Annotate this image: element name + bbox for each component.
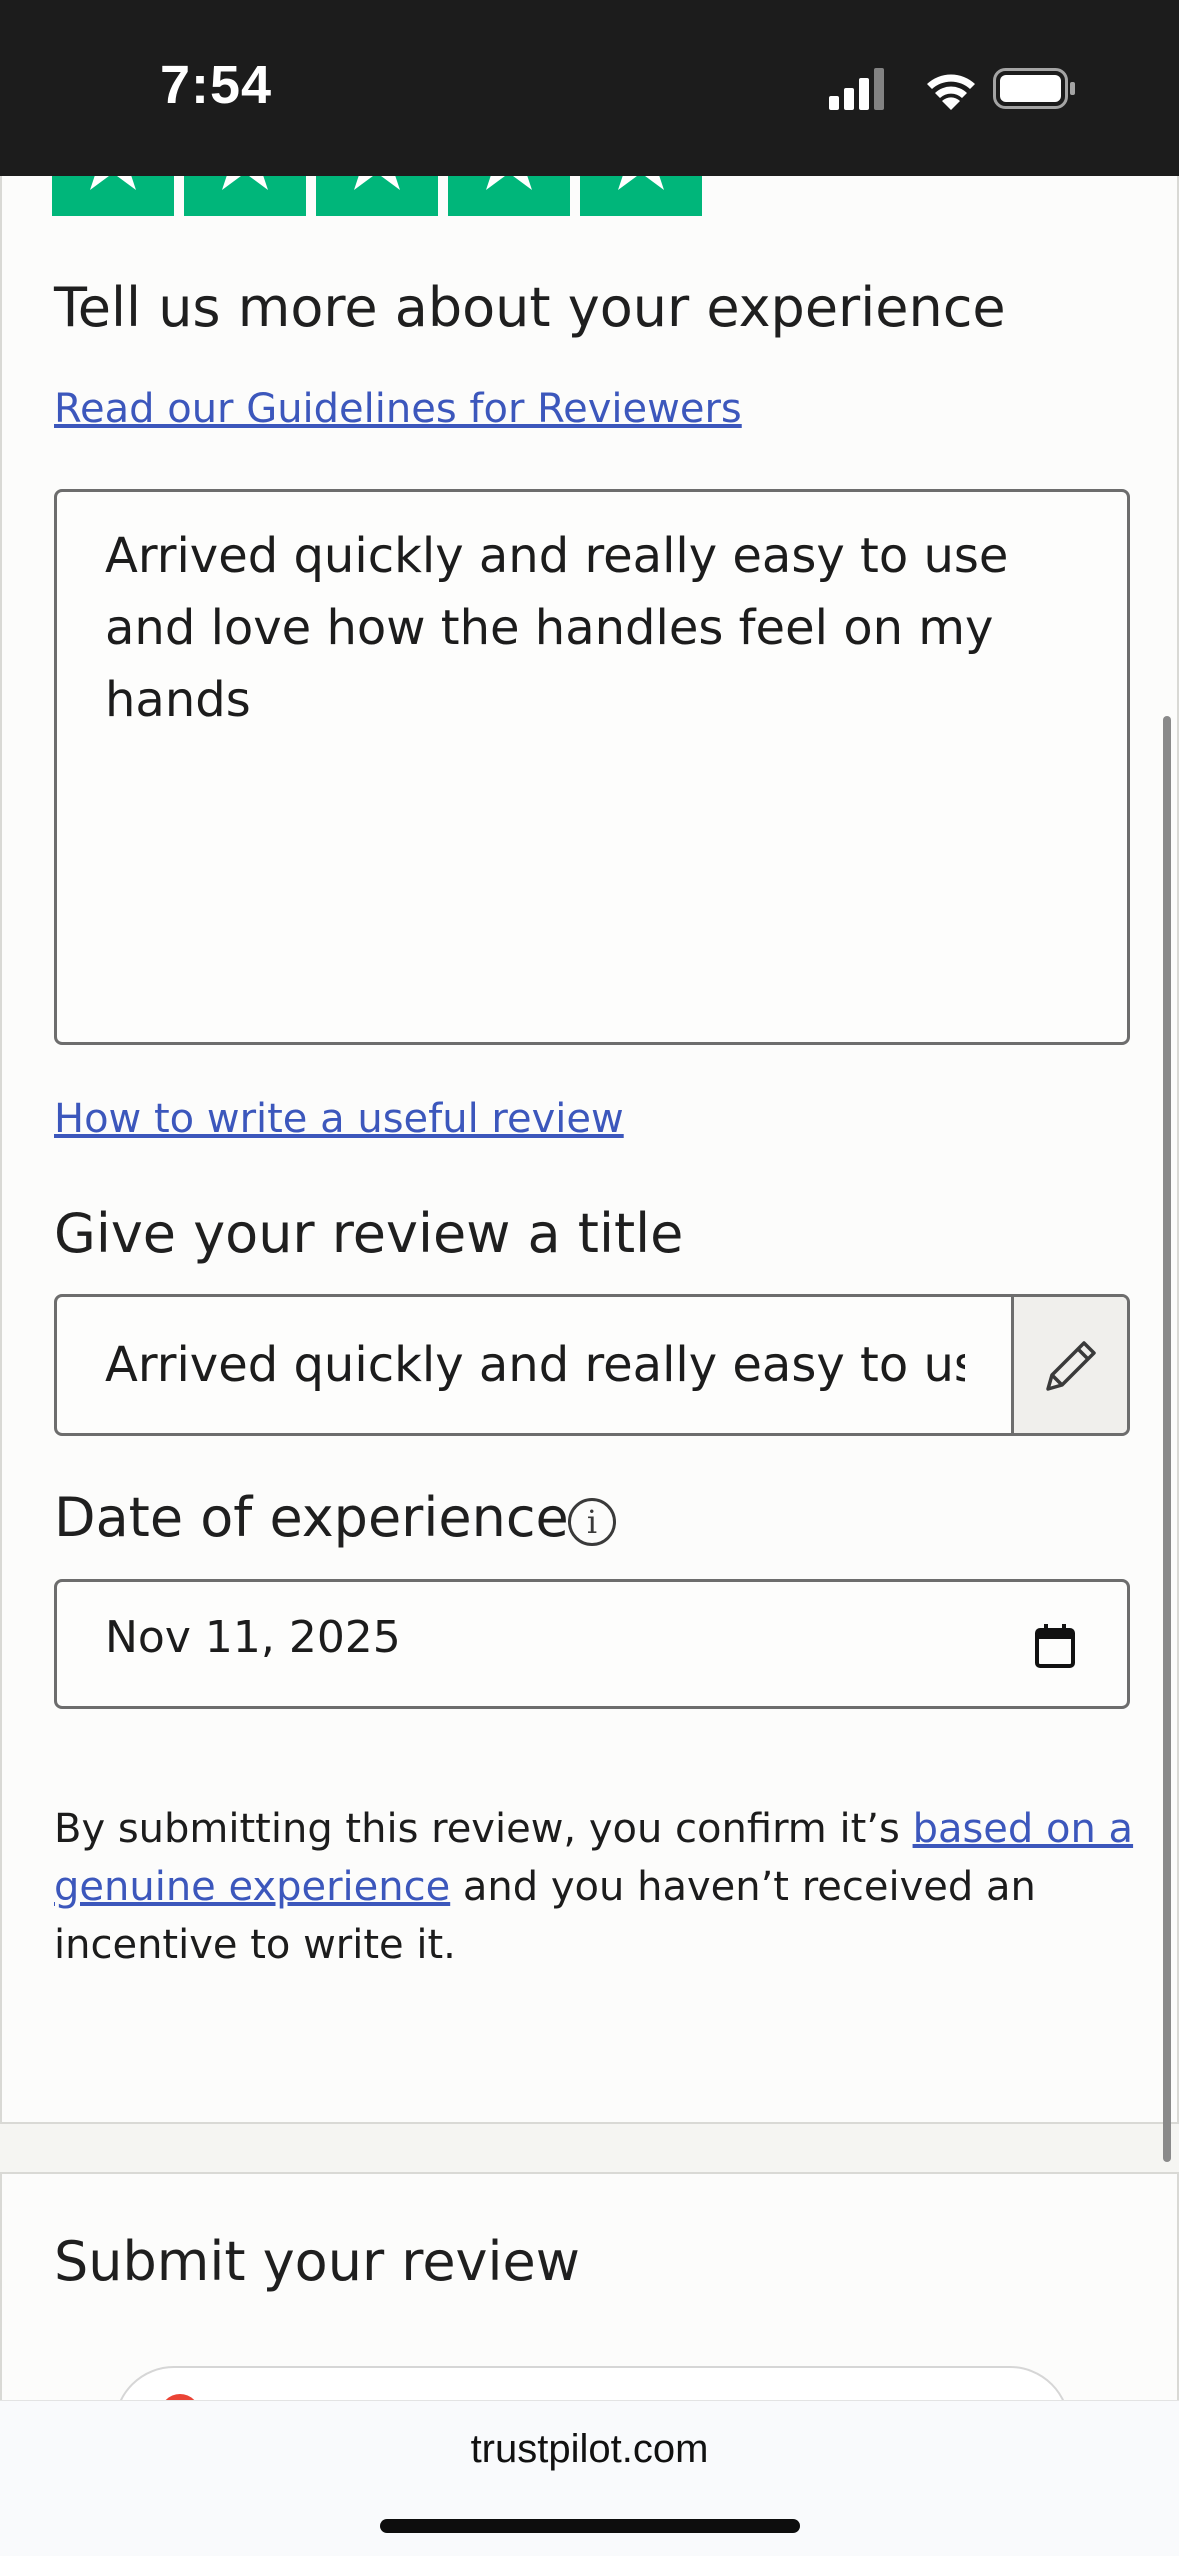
- status-time: 7:54: [160, 55, 273, 115]
- calendar-icon[interactable]: [1035, 1624, 1075, 1668]
- star-icon: [90, 176, 136, 190]
- star-5[interactable]: [580, 176, 702, 216]
- star-1[interactable]: [52, 176, 174, 216]
- submission-disclaimer: By submitting this review, you confirm i…: [54, 1800, 1134, 1974]
- star-icon: [222, 176, 268, 190]
- status-icons-svg: [829, 68, 1075, 110]
- star-2[interactable]: [184, 176, 306, 216]
- page: 7:54 Tell us more about your experience …: [0, 0, 1179, 2556]
- title-field: [54, 1294, 1130, 1436]
- review-form-card: Tell us more about your experience Read …: [0, 176, 1179, 2162]
- star-icon: [486, 176, 532, 190]
- info-icon[interactable]: i: [568, 1498, 616, 1546]
- title-input[interactable]: [57, 1297, 1013, 1433]
- edit-title-button[interactable]: [1011, 1297, 1127, 1433]
- date-value: Nov 11, 2025: [105, 1612, 401, 1663]
- date-heading: Date of experience: [54, 1486, 569, 1549]
- signal-icon: [829, 68, 884, 110]
- browser-url-bar: trustpilot.com: [0, 2400, 1179, 2556]
- useful-review-link[interactable]: How to write a useful review: [54, 1096, 624, 1142]
- status-bar: 7:54: [0, 0, 1179, 176]
- review-textarea[interactable]: Arrived quickly and really easy to use a…: [54, 489, 1130, 1045]
- star-icon: [354, 176, 400, 190]
- submit-heading: Submit your review: [54, 2230, 580, 2293]
- guidelines-link[interactable]: Read our Guidelines for Reviewers: [54, 386, 742, 432]
- star-icon: [618, 176, 664, 190]
- battery-icon: [993, 68, 1075, 109]
- star-4[interactable]: [448, 176, 570, 216]
- experience-heading: Tell us more about your experience: [54, 276, 1006, 339]
- star-3[interactable]: [316, 176, 438, 216]
- status-icons: [829, 62, 1079, 114]
- star-rating[interactable]: [52, 176, 752, 216]
- home-indicator: [380, 2519, 800, 2533]
- wifi-icon: [927, 74, 975, 110]
- url-text[interactable]: trustpilot.com: [0, 2427, 1179, 2472]
- pencil-icon: [1046, 1341, 1096, 1391]
- date-field[interactable]: Nov 11, 2025: [54, 1579, 1130, 1709]
- disclaimer-prefix: By submitting this review, you confirm i…: [54, 1806, 913, 1852]
- title-heading: Give your review a title: [54, 1202, 684, 1265]
- scrollbar[interactable]: [1163, 716, 1171, 2162]
